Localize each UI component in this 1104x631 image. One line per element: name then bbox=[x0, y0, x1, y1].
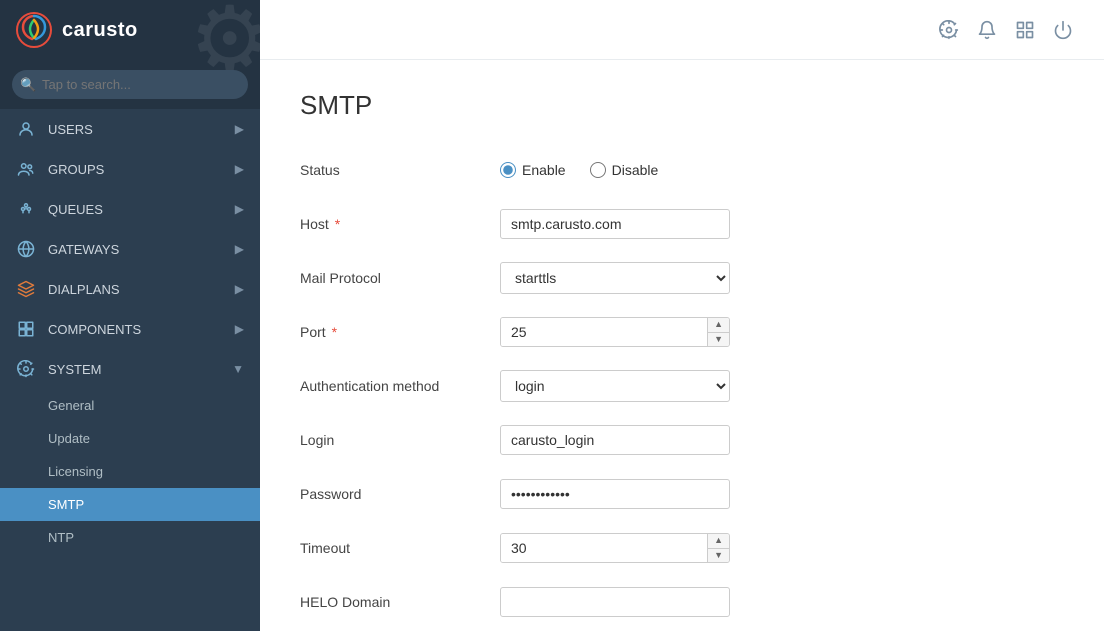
status-disable-radio[interactable] bbox=[590, 162, 606, 178]
mail-protocol-select[interactable]: starttls ssl none bbox=[500, 262, 730, 294]
timeout-row: Timeout ▲ ▼ bbox=[300, 529, 1064, 567]
power-button[interactable] bbox=[1046, 13, 1080, 47]
password-input[interactable] bbox=[500, 479, 730, 509]
sidebar-subitem-label-ntp: NTP bbox=[48, 530, 74, 545]
sidebar-label-queues: QUEUES bbox=[48, 202, 103, 217]
port-row: Port * ▲ ▼ bbox=[300, 313, 1064, 351]
notifications-button[interactable] bbox=[970, 13, 1004, 47]
login-label: Login bbox=[300, 432, 500, 448]
sidebar-label-components: COMPONENTS bbox=[48, 322, 141, 337]
topbar bbox=[260, 0, 1104, 60]
helo-row: HELO Domain bbox=[300, 583, 1064, 621]
status-label: Status bbox=[300, 162, 500, 178]
sidebar-item-dialplans[interactable]: DIALPLANS ▶ bbox=[0, 269, 260, 309]
mail-protocol-row: Mail Protocol starttls ssl none bbox=[300, 259, 1064, 297]
status-disable-option[interactable]: Disable bbox=[590, 162, 659, 178]
page-title: SMTP bbox=[300, 90, 1064, 121]
user-icon bbox=[16, 119, 36, 139]
host-required: * bbox=[335, 216, 340, 232]
port-required: * bbox=[332, 324, 337, 340]
helo-label: HELO Domain bbox=[300, 594, 500, 610]
sidebar-item-users[interactable]: USERS ▶ bbox=[0, 109, 260, 149]
sidebar-item-components[interactable]: COMPONENTS ▶ bbox=[0, 309, 260, 349]
auth-method-row: Authentication method login plain none bbox=[300, 367, 1064, 405]
sidebar-item-gateways[interactable]: GATEWAYS ▶ bbox=[0, 229, 260, 269]
sidebar-item-queues[interactable]: QUEUES ▶ bbox=[0, 189, 260, 229]
logo-icon bbox=[16, 12, 52, 48]
sidebar-subitem-update[interactable]: Update bbox=[0, 422, 260, 455]
login-input[interactable] bbox=[500, 425, 730, 455]
chevron-right-icon: ▶ bbox=[235, 122, 244, 136]
search-input[interactable] bbox=[12, 70, 248, 99]
main-content: SMTP Status Enable Disable Host * bbox=[260, 0, 1104, 631]
status-row: Status Enable Disable bbox=[300, 151, 1064, 189]
status-radio-group: Enable Disable bbox=[500, 162, 658, 178]
login-row: Login bbox=[300, 421, 1064, 459]
sidebar-subitem-general[interactable]: General bbox=[0, 389, 260, 422]
timeout-spinner: ▲ ▼ bbox=[500, 533, 730, 563]
sidebar-subitem-label-update: Update bbox=[48, 431, 90, 446]
helo-input[interactable] bbox=[500, 587, 730, 617]
mail-protocol-label: Mail Protocol bbox=[300, 270, 500, 286]
port-decrement-button[interactable]: ▼ bbox=[708, 333, 729, 347]
sidebar-label-system: SYSTEM bbox=[48, 362, 101, 377]
chevron-right-icon: ▶ bbox=[235, 162, 244, 176]
status-enable-option[interactable]: Enable bbox=[500, 162, 566, 178]
chevron-right-icon: ▶ bbox=[235, 282, 244, 296]
page-body: SMTP Status Enable Disable Host * bbox=[260, 60, 1104, 631]
sidebar-label-groups: GROUPS bbox=[48, 162, 104, 177]
timeout-decrement-button[interactable]: ▼ bbox=[708, 549, 729, 563]
components-icon bbox=[16, 319, 36, 339]
port-spinner: ▲ ▼ bbox=[500, 317, 730, 347]
chevron-right-icon: ▶ bbox=[235, 322, 244, 336]
port-input[interactable] bbox=[501, 318, 707, 346]
grid-button[interactable] bbox=[1008, 13, 1042, 47]
sidebar-subitem-licensing[interactable]: Licensing bbox=[0, 455, 260, 488]
search-icon: 🔍 bbox=[20, 77, 36, 93]
chevron-right-icon: ▶ bbox=[235, 202, 244, 216]
system-icon bbox=[16, 359, 36, 379]
queues-icon bbox=[16, 199, 36, 219]
chevron-right-icon: ▶ bbox=[235, 242, 244, 256]
group-icon bbox=[16, 159, 36, 179]
gateway-icon bbox=[16, 239, 36, 259]
port-label: Port * bbox=[300, 324, 500, 340]
sidebar-item-system[interactable]: SYSTEM ▼ bbox=[0, 349, 260, 389]
search-container: 🔍 bbox=[0, 60, 260, 109]
sidebar-item-groups[interactable]: GROUPS ▶ bbox=[0, 149, 260, 189]
status-enable-label: Enable bbox=[522, 162, 566, 178]
dialplan-icon bbox=[16, 279, 36, 299]
sidebar-header: carusto ⚙ bbox=[0, 0, 260, 60]
sidebar: carusto ⚙ 🔍 USERS ▶ GROUPS ▶ bbox=[0, 0, 260, 631]
timeout-label: Timeout bbox=[300, 540, 500, 556]
sidebar-subitem-smtp[interactable]: SMTP bbox=[0, 488, 260, 521]
chevron-down-icon: ▼ bbox=[232, 362, 244, 376]
logo-text: carusto bbox=[62, 19, 138, 42]
status-enable-radio[interactable] bbox=[500, 162, 516, 178]
password-label: Password bbox=[300, 486, 500, 502]
sidebar-label-gateways: GATEWAYS bbox=[48, 242, 119, 257]
host-row: Host * bbox=[300, 205, 1064, 243]
sidebar-subitem-label-general: General bbox=[48, 398, 94, 413]
auth-method-label: Authentication method bbox=[300, 378, 500, 394]
status-disable-label: Disable bbox=[612, 162, 659, 178]
port-increment-button[interactable]: ▲ bbox=[708, 318, 729, 333]
timeout-input[interactable] bbox=[501, 534, 707, 562]
host-input[interactable] bbox=[500, 209, 730, 239]
sidebar-label-users: USERS bbox=[48, 122, 93, 137]
timeout-increment-button[interactable]: ▲ bbox=[708, 534, 729, 549]
sidebar-subitem-ntp[interactable]: NTP bbox=[0, 521, 260, 554]
sidebar-label-dialplans: DIALPLANS bbox=[48, 282, 120, 297]
timeout-spinner-buttons: ▲ ▼ bbox=[707, 534, 729, 562]
sidebar-subitem-label-licensing: Licensing bbox=[48, 464, 103, 479]
port-spinner-buttons: ▲ ▼ bbox=[707, 318, 729, 346]
host-label: Host * bbox=[300, 216, 500, 232]
sidebar-subitem-label-smtp: SMTP bbox=[48, 497, 84, 512]
auth-method-select[interactable]: login plain none bbox=[500, 370, 730, 402]
password-row: Password bbox=[300, 475, 1064, 513]
settings-button[interactable] bbox=[932, 13, 966, 47]
